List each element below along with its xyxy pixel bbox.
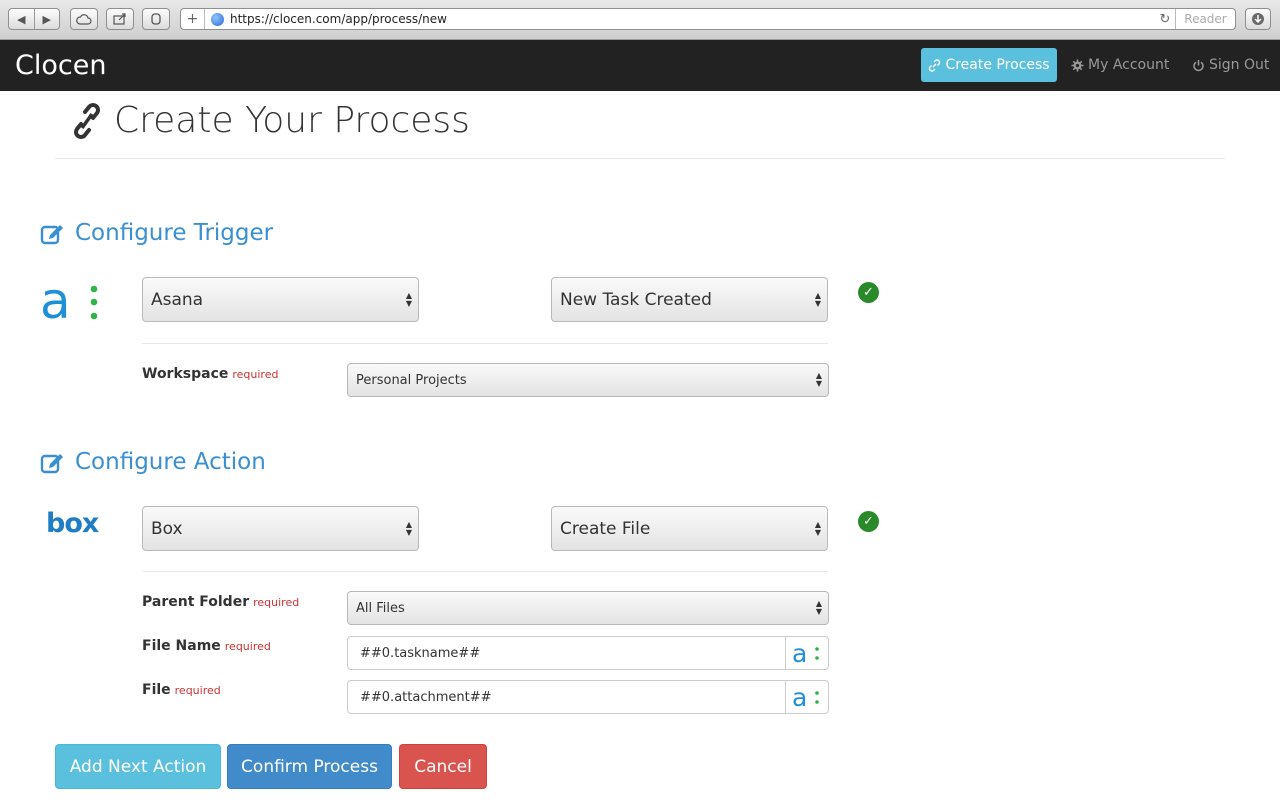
workspace-value: Personal Projects [356, 372, 467, 388]
forward-icon[interactable]: ▶ [35, 13, 60, 26]
file-variable-button[interactable]: a [785, 681, 828, 713]
select-arrows-icon: ▲ ▼ [815, 599, 822, 616]
gear-icon [1071, 59, 1084, 71]
select-arrows-icon: ▲ ▼ [405, 290, 412, 308]
file-input[interactable]: ##0.attachment## a [347, 680, 829, 714]
svg-text:a: a [40, 280, 71, 324]
action-heading-text: Configure Action [75, 449, 266, 475]
reader-button[interactable]: Reader [1175, 9, 1235, 29]
link-icon [929, 58, 941, 72]
brand-logo[interactable]: Clocen [15, 50, 106, 81]
globe-icon [211, 12, 224, 26]
action-app-select[interactable]: Box ▲ ▼ [142, 506, 419, 551]
power-icon [1193, 59, 1204, 71]
action-event-select[interactable]: Create File ▲ ▼ [551, 506, 828, 551]
url-text[interactable]: https://clocen.com/app/process/new [230, 12, 1155, 26]
file-name-input[interactable]: ##0.taskname## a [347, 636, 829, 670]
hand-icon [151, 13, 161, 25]
confirm-process-button[interactable]: Confirm Process [227, 744, 392, 789]
file-value[interactable]: ##0.attachment## [348, 681, 785, 713]
trigger-divider [142, 343, 828, 344]
trigger-app-value: Asana [151, 289, 204, 310]
trigger-section-heading: Configure Trigger [40, 220, 273, 246]
downloads-button[interactable] [1245, 8, 1271, 30]
action-event-value: Create File [560, 518, 651, 539]
file-name-label: File Name required [142, 638, 271, 654]
link-icon [74, 102, 100, 139]
asana-icon: a [792, 642, 819, 664]
parent-folder-label: Parent Folder required [142, 594, 299, 610]
asana-icon: a [792, 686, 819, 708]
required-tag: required [253, 596, 300, 609]
parent-folder-value: All Files [356, 600, 405, 616]
select-arrows-icon: ▲ ▼ [814, 290, 821, 308]
edit-icon [40, 224, 63, 244]
select-arrows-icon: ▲ ▼ [405, 519, 412, 537]
file-name-variable-button[interactable]: a [785, 637, 828, 669]
parent-folder-label-text: Parent Folder [142, 594, 250, 610]
browser-toolbar: ◀ ▶ + https://clocen.com/app/process/new … [0, 0, 1280, 40]
workspace-label: Workspace required [142, 366, 278, 382]
cancel-button[interactable]: Cancel [399, 744, 487, 789]
add-next-action-button[interactable]: Add Next Action [55, 744, 221, 789]
required-tag: required [232, 368, 279, 381]
workspace-select[interactable]: Personal Projects ▲ ▼ [347, 363, 829, 397]
svg-text:a: a [792, 642, 807, 664]
page-title: Create Your Process [114, 100, 470, 141]
select-arrows-icon: ▲ ▼ [815, 371, 822, 388]
edit-icon [40, 453, 63, 473]
action-valid-check-icon: ✓ [858, 511, 879, 532]
create-process-nav-button[interactable]: Create Process [921, 48, 1057, 82]
back-icon[interactable]: ◀ [9, 13, 34, 26]
share-icon [113, 13, 126, 25]
box-logo-icon: box [46, 508, 99, 539]
trigger-event-value: New Task Created [560, 289, 712, 310]
header-divider [55, 158, 1225, 159]
reload-icon[interactable]: ↻ [1155, 12, 1175, 27]
trigger-valid-check-icon: ✓ [858, 282, 879, 303]
icloud-button[interactable] [70, 8, 98, 30]
add-bookmark-icon[interactable]: + [181, 9, 205, 29]
back-forward-buttons[interactable]: ◀ ▶ [8, 8, 60, 30]
trigger-event-select[interactable]: New Task Created ▲ ▼ [551, 277, 828, 322]
sign-out-link[interactable]: Sign Out [1192, 48, 1269, 82]
sign-out-label: Sign Out [1209, 57, 1270, 73]
app-navbar: Clocen Create Process My Account Sign Ou… [0, 40, 1280, 91]
file-label: File required [142, 682, 221, 698]
required-tag: required [174, 684, 221, 697]
svg-text:a: a [792, 686, 807, 708]
trigger-app-select[interactable]: Asana ▲ ▼ [142, 277, 419, 322]
file-name-value[interactable]: ##0.taskname## [348, 637, 785, 669]
create-process-nav-label: Create Process [945, 57, 1050, 73]
share-button[interactable] [106, 8, 134, 30]
my-account-label: My Account [1088, 57, 1170, 73]
workspace-label-text: Workspace [142, 366, 229, 382]
required-tag: required [224, 640, 271, 653]
download-icon [1252, 13, 1264, 25]
asana-logo-icon: a [40, 280, 98, 324]
action-app-value: Box [151, 518, 183, 539]
file-label-text: File [142, 682, 171, 698]
parent-folder-select[interactable]: All Files ▲ ▼ [347, 591, 829, 625]
select-arrows-icon: ▲ ▼ [814, 519, 821, 537]
action-divider [142, 571, 828, 572]
action-section-heading: Configure Action [40, 449, 266, 475]
file-name-label-text: File Name [142, 638, 221, 654]
my-account-link[interactable]: My Account [1071, 48, 1169, 82]
address-bar[interactable]: + https://clocen.com/app/process/new ↻ R… [180, 8, 1236, 30]
trigger-heading-text: Configure Trigger [75, 220, 274, 246]
privacy-button[interactable] [142, 8, 170, 30]
page-header: Create Your Process [70, 100, 470, 141]
cloud-icon [76, 13, 92, 25]
